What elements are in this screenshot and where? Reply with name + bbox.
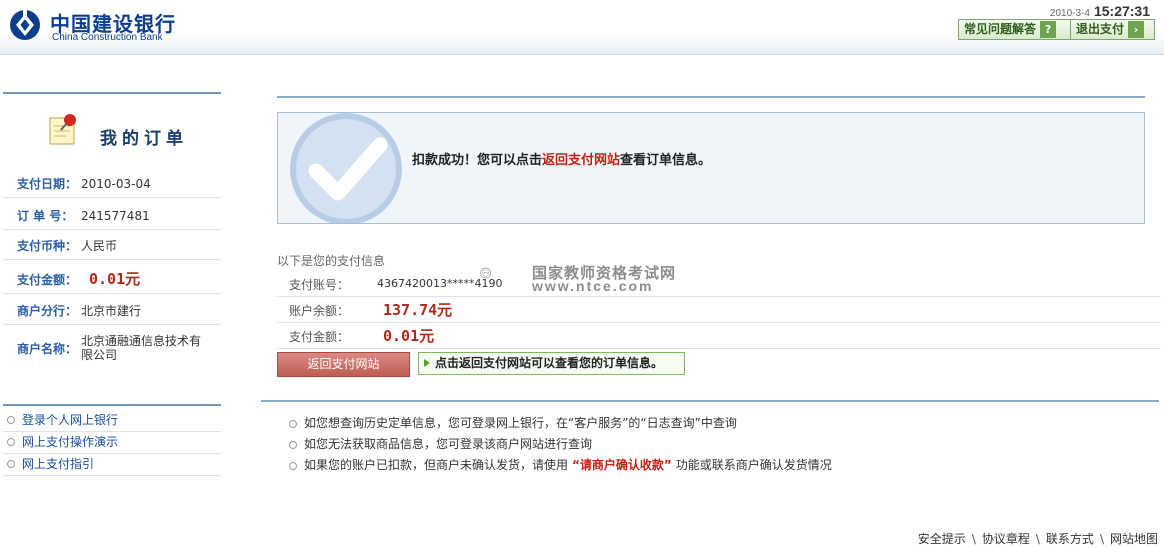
separator: \	[1099, 532, 1104, 546]
return-site-button[interactable]: 返回支付网站	[277, 352, 410, 377]
balance-row: 账户余额： 137.74元	[277, 298, 1161, 323]
sidebar-amount-label: 支付金额：	[17, 273, 78, 287]
payment-amount-label: 支付金额：	[289, 330, 350, 344]
watermark-seal-icon	[480, 267, 492, 279]
merchant-name-value: 北京通融通信息技术有限公司	[81, 334, 202, 362]
bullet-icon	[7, 460, 15, 468]
note-item: 如您无法获取商品信息，您可登录该商户网站进行查询	[289, 435, 592, 452]
bullet-icon	[7, 438, 15, 446]
sidebar-link-personal-banking[interactable]: 登录个人网上银行	[3, 410, 221, 432]
account-number-row: 支付账号： 4367420013*****4190	[277, 272, 1161, 297]
payment-date-value: 2010-03-04	[81, 177, 151, 191]
divider	[3, 293, 221, 294]
exit-payment-button[interactable]: 退出支付 ›	[1070, 19, 1155, 40]
success-box: 扣款成功！您可以点击返回支付网站查看订单信息。	[277, 112, 1145, 224]
success-suffix: 查看订单信息。	[620, 153, 712, 168]
footer-links: 安全提示 \ 协议章程 \ 联系方式 \ 网站地图	[918, 530, 1158, 547]
note-text: 如您想查询历史定单信息，您可登录网上银行，在“客户服务”的“日志查询”中查询	[304, 416, 737, 430]
order-panel-title: 我的订单	[48, 112, 208, 152]
separator: \	[971, 532, 976, 546]
currency-row: 支付币种： 人民币	[17, 237, 117, 254]
footer-link-security[interactable]: 安全提示	[918, 532, 966, 546]
note-text: 如果您的账户已扣款，但商户未确认发货，请使用	[304, 458, 569, 472]
sidebar-link-demo[interactable]: 网上支付操作演示	[3, 432, 221, 454]
divider	[3, 324, 221, 325]
merchant-branch-value: 北京市建行	[81, 304, 142, 318]
payment-date-label: 支付日期：	[17, 177, 78, 191]
sidebar-amount-row: 支付金额： 0.01元	[17, 268, 140, 289]
note-item: 如您想查询历史定单信息，您可登录网上银行，在“客户服务”的“日志查询”中查询	[289, 414, 737, 431]
payment-info-title: 以下是您的支付信息	[277, 254, 386, 268]
arrow-right-icon: ›	[1128, 21, 1145, 38]
sidebar-amount-value: 0.01元	[89, 270, 141, 288]
order-number-value: 241577481	[81, 209, 150, 223]
payment-amount-value: 0.01元	[383, 327, 435, 345]
note-item: 如果您的账户已扣款，但商户未确认发货，请使用 “请商户确认收款” 功能或联系商户确认…	[289, 456, 832, 473]
confirm-receipt-highlight: “请商户确认收款”	[572, 458, 672, 472]
sidebar-links-rule	[3, 404, 221, 406]
faq-button[interactable]: 常见问题解答?	[958, 19, 1071, 40]
header: 中国建设银行 China Construction Bank 2010-3-4 1…	[0, 0, 1164, 55]
order-number-row: 订 单 号： 241577481	[17, 207, 150, 224]
note-text-after: 功能或联系商户确认发货情况	[675, 458, 832, 472]
footer-link-contact[interactable]: 联系方式	[1046, 532, 1094, 546]
footer-link-sitemap[interactable]: 网站地图	[1110, 532, 1158, 546]
currency-value: 人民币	[81, 239, 118, 253]
merchant-name-label: 商户名称：	[17, 342, 78, 356]
account-number-label: 支付账号：	[289, 278, 350, 292]
main-top-rule	[277, 96, 1145, 98]
bullet-icon	[289, 419, 297, 428]
bank-logo[interactable]: 中国建设银行 China Construction Bank	[8, 6, 198, 44]
sidebar-link-guide[interactable]: 网上支付指引	[3, 454, 221, 476]
merchant-branch-row: 商户分行： 北京市建行	[17, 302, 141, 319]
success-prefix: 扣款成功！您可以点击	[412, 153, 543, 168]
currency-label: 支付币种：	[17, 239, 78, 253]
watermark-url: www.ntce.com	[532, 278, 654, 294]
order-number-label: 订 单 号：	[17, 209, 74, 223]
sidebar-link-label: 登录个人网上银行	[22, 413, 119, 427]
divider	[3, 229, 221, 230]
notes-rule	[261, 400, 1159, 402]
return-tip-text: 点击返回支付网站可以查看您的订单信息。	[435, 356, 664, 370]
balance-label: 账户余额：	[289, 304, 350, 318]
sidebar-top-rule	[3, 92, 221, 94]
return-site-link[interactable]: 返回支付网站	[542, 153, 620, 168]
ccb-logo-icon	[10, 10, 40, 40]
bullet-icon	[7, 416, 15, 424]
note-text: 如您无法获取商品信息，您可登录该商户网站进行查询	[304, 437, 593, 451]
my-order-title: 我的订单	[100, 129, 188, 149]
current-time: 15:27:31	[1093, 3, 1150, 19]
balance-value: 137.74元	[383, 301, 453, 319]
divider	[3, 197, 221, 198]
bullet-icon	[289, 461, 297, 470]
sidebar-link-label: 网上支付指引	[22, 457, 95, 471]
bullet-icon	[289, 440, 297, 449]
separator: \	[1035, 532, 1040, 546]
footer-link-agreement[interactable]: 协议章程	[982, 532, 1030, 546]
merchant-name-row: 商户名称： 北京通融通信息技术有限公司	[17, 334, 217, 362]
payment-date-row: 支付日期： 2010-03-04	[17, 175, 151, 192]
faq-button-label: 常见问题解答	[964, 22, 1037, 36]
exit-button-label: 退出支付	[1076, 22, 1125, 36]
divider	[3, 259, 221, 260]
pushpin-note-icon	[49, 114, 76, 145]
question-icon: ?	[1040, 21, 1057, 38]
logo-english-name: China Construction Bank	[52, 32, 163, 43]
merchant-branch-label: 商户分行：	[17, 304, 78, 318]
payment-amount-row: 支付金额： 0.01元	[277, 324, 1161, 349]
checkmark-icon	[290, 113, 402, 223]
return-site-tip: 点击返回支付网站可以查看您的订单信息。	[418, 352, 685, 375]
triangle-right-icon	[424, 359, 430, 367]
current-date: 2010-3-4	[1049, 8, 1090, 19]
sidebar-link-label: 网上支付操作演示	[22, 435, 119, 449]
datetime: 2010-3-4 15:27:31	[1050, 3, 1150, 19]
success-message: 扣款成功！您可以点击返回支付网站查看订单信息。	[412, 149, 711, 168]
